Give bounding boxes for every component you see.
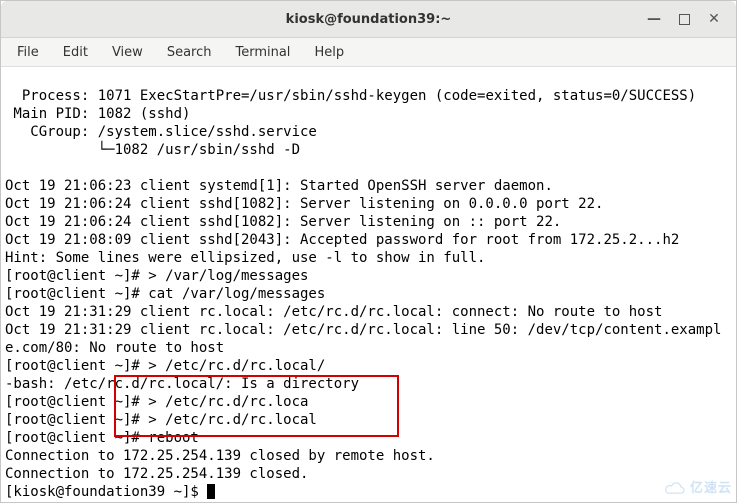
terminal-prompt-line: [kiosk@foundation39 ~]$ [5, 484, 207, 500]
watermark-text: 亿速云 [690, 480, 732, 498]
titlebar: kiosk@foundation39:~ — ✕ [1, 1, 736, 38]
terminal-line: Hint: Some lines were ellipsized, use -l… [5, 250, 485, 266]
terminal-line: [root@client ~]# > /var/log/messages [5, 268, 308, 284]
terminal-line: Oct 19 21:06:23 client systemd[1]: Start… [5, 178, 553, 194]
menubar: File Edit View Search Terminal Help [1, 38, 736, 67]
terminal-line: Oct 19 21:31:29 client rc.local: /etc/rc… [5, 304, 662, 320]
cloud-icon [663, 482, 687, 496]
terminal-line: CGroup: /system.slice/sshd.service [5, 124, 317, 140]
maximize-button[interactable] [676, 11, 692, 27]
window-title: kiosk@foundation39:~ [286, 12, 452, 27]
window-controls: — ✕ [646, 1, 730, 37]
terminal-line: └─1082 /usr/sbin/sshd -D [5, 142, 300, 158]
menu-file[interactable]: File [7, 42, 49, 63]
terminal-line: [root@client ~]# cat /var/log/messages [5, 286, 325, 302]
terminal-line: [root@client ~]# > /etc/rc.d/rc.loca [5, 394, 308, 410]
watermark: 亿速云 [663, 480, 732, 498]
minimize-button[interactable]: — [646, 11, 662, 27]
terminal-line: [root@client ~]# > /etc/rc.d/rc.local [5, 412, 317, 428]
terminal-line: -bash: /etc/rc.d/rc.local/: Is a directo… [5, 376, 359, 392]
terminal-line: Oct 19 21:31:29 client rc.local: /etc/rc… [5, 322, 721, 356]
terminal-line: Process: 1071 ExecStartPre=/usr/sbin/ssh… [5, 88, 696, 104]
menu-edit[interactable]: Edit [53, 42, 98, 63]
menu-help[interactable]: Help [304, 42, 354, 63]
terminal-line: Connection to 172.25.254.139 closed by r… [5, 448, 435, 464]
terminal-line: Main PID: 1082 (sshd) [5, 106, 190, 122]
cursor [207, 484, 215, 499]
terminal-line: [root@client ~]# > /etc/rc.d/rc.local/ [5, 358, 325, 374]
menu-view[interactable]: View [102, 42, 153, 63]
menu-search[interactable]: Search [157, 42, 222, 63]
terminal-line: Connection to 172.25.254.139 closed. [5, 466, 308, 482]
terminal-output[interactable]: Process: 1071 ExecStartPre=/usr/sbin/ssh… [1, 67, 736, 502]
close-button[interactable]: ✕ [706, 11, 722, 27]
terminal-line: Oct 19 21:06:24 client sshd[1082]: Serve… [5, 214, 561, 230]
menu-terminal[interactable]: Terminal [225, 42, 300, 63]
terminal-line: [root@client ~]# reboot [5, 430, 199, 446]
terminal-window: kiosk@foundation39:~ — ✕ File Edit View … [0, 0, 737, 503]
terminal-line: Oct 19 21:08:09 client sshd[2043]: Accep… [5, 232, 679, 248]
terminal-line: Oct 19 21:06:24 client sshd[1082]: Serve… [5, 196, 603, 212]
